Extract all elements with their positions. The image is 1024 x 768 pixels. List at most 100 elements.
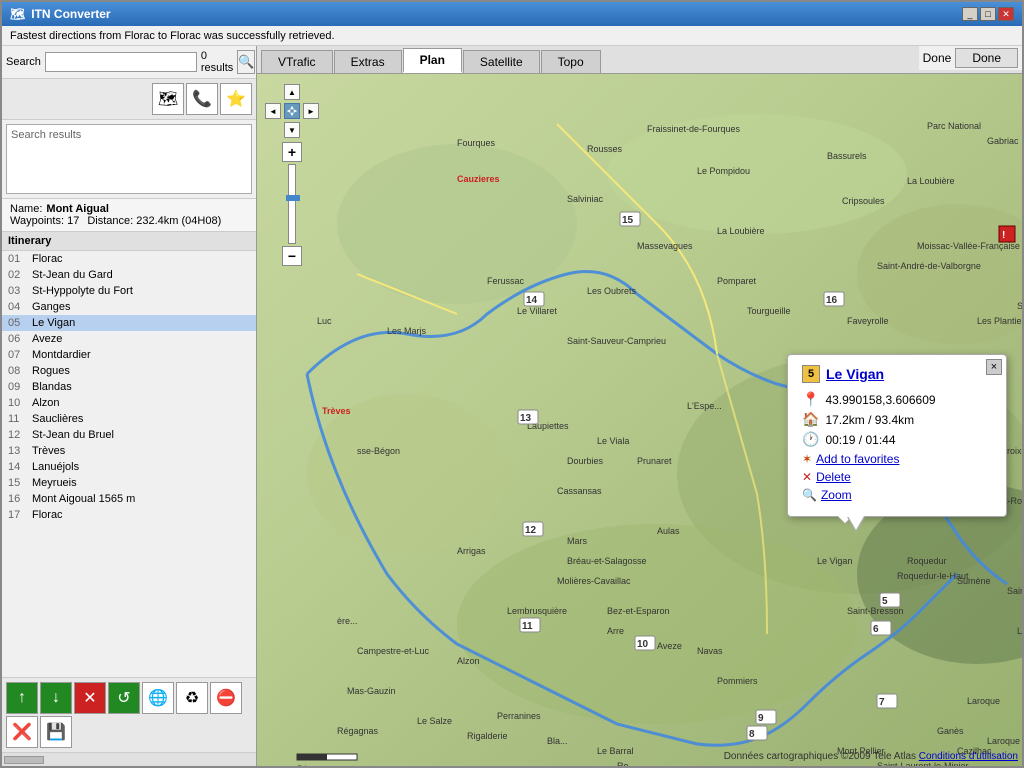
waypoint-item[interactable]: 11Sauclières (2, 411, 256, 427)
status-message: Fastest directions from Florac to Florac… (10, 30, 335, 42)
waypoint-item[interactable]: 17Florac (2, 507, 256, 523)
map-controls: ▲ ▼ ◄ ► + − (265, 84, 319, 266)
svg-text:14: 14 (526, 295, 538, 306)
waypoint-num: 13 (8, 445, 28, 457)
svg-text:Sumène: Sumène (957, 576, 991, 586)
waypoint-item[interactable]: 08Rogues (2, 363, 256, 379)
waypoint-item[interactable]: 04Ganges (2, 299, 256, 315)
map-view-button[interactable]: 🗺 (152, 83, 184, 115)
phone-button[interactable]: 📞 (186, 83, 218, 115)
main-area: Search 0 results 🔍 🗺 📞 ⭐ Search results (2, 46, 1022, 766)
icon-toolbar: 🗺 📞 ⭐ (2, 79, 256, 120)
waypoint-item[interactable]: 06Aveze (2, 331, 256, 347)
svg-text:Les Oubrets: Les Oubrets (587, 286, 637, 296)
svg-text:11: 11 (522, 621, 533, 632)
add-favorites-link[interactable]: Add to favorites (816, 452, 899, 466)
waypoint-name: Trèves (32, 445, 65, 457)
svg-text:Le Pompidou: Le Pompidou (697, 166, 750, 176)
waypoint-item[interactable]: 09Blandas (2, 379, 256, 395)
waypoint-num: 02 (8, 269, 28, 281)
window-controls: _ □ ✕ (962, 7, 1014, 21)
delete-waypoint-button[interactable]: ✕ (74, 682, 106, 714)
recycle-button[interactable]: ♻ (176, 682, 208, 714)
map-area[interactable]: Fraissinet-de-Fourques Rousses Le Pompid… (257, 74, 1022, 766)
delete-link[interactable]: Delete (816, 470, 851, 484)
popup-location-name[interactable]: Le Vigan (826, 366, 884, 382)
attribution-link[interactable]: Conditions d'utilisation (919, 751, 1018, 762)
pan-left-button[interactable]: ◄ (265, 103, 281, 119)
done-button[interactable]: Done (955, 48, 1018, 68)
right-area: Done Done VTrafic Extras Plan Satellite … (257, 46, 1022, 766)
waypoint-name: St-Jean du Bruel (32, 429, 114, 441)
pan-down-button[interactable]: ▼ (284, 122, 300, 138)
svg-text:Dourbies: Dourbies (567, 456, 604, 466)
tab-plan[interactable]: Plan (403, 48, 462, 73)
recalculate-button[interactable]: ↺ (108, 682, 140, 714)
svg-text:Fraissinet-de-Fourques: Fraissinet-de-Fourques (647, 124, 741, 134)
svg-text:Les Marjs: Les Marjs (387, 326, 427, 336)
waypoint-item[interactable]: 16Mont Aigoual 1565 m (2, 491, 256, 507)
pan-right-button[interactable]: ► (303, 103, 319, 119)
svg-text:Cripsoules: Cripsoules (842, 196, 885, 206)
move-down-button[interactable]: ↓ (40, 682, 72, 714)
horizontal-scrollbar[interactable] (2, 752, 256, 766)
waypoint-item[interactable]: 10Alzon (2, 395, 256, 411)
tab-satellite[interactable]: Satellite (463, 50, 540, 73)
waypoint-name: Le Vigan (32, 317, 75, 329)
svg-text:Saumane: Saumane (1017, 301, 1022, 311)
close-button[interactable]: ✕ (998, 7, 1014, 21)
waypoint-item[interactable]: 14Lanuéjols (2, 459, 256, 475)
waypoint-item[interactable]: 15Meyrueis (2, 475, 256, 491)
popup-favorites-row: ✶ Add to favorites (802, 452, 992, 466)
search-input[interactable] (45, 52, 197, 72)
popup-close-button[interactable]: × (986, 359, 1002, 375)
x-circle-button[interactable]: ❌ (6, 716, 38, 748)
zoom-out-button[interactable]: − (282, 246, 302, 266)
pan-up-button[interactable]: ▲ (284, 84, 300, 100)
waypoint-name: Ganges (32, 301, 71, 313)
maximize-button[interactable]: □ (980, 7, 996, 21)
tab-vtrafic[interactable]: VTrafic (261, 50, 333, 73)
itinerary-header: Itinerary (2, 232, 256, 251)
svg-text:Saint-Julien-de-la-Nef: Saint-Julien-de-la-Nef (1007, 586, 1022, 596)
popup-title-row: 5 Le Vigan (802, 365, 992, 383)
tab-topo[interactable]: Topo (541, 50, 601, 73)
waypoint-item[interactable]: 03St-Hyppolyte du Fort (2, 283, 256, 299)
search-button[interactable]: 🔍 (237, 50, 255, 74)
svg-text:Navas: Navas (697, 646, 723, 656)
svg-text:Trèves: Trèves (322, 406, 351, 416)
waypoint-item[interactable]: 12St-Jean du Bruel (2, 427, 256, 443)
globe-button[interactable]: 🌐 (142, 682, 174, 714)
waypoint-item[interactable]: 01Florac (2, 251, 256, 267)
svg-text:Campestre-et-Luc: Campestre-et-Luc (357, 646, 430, 656)
svg-text:Cassansas: Cassansas (557, 486, 602, 496)
zoom-in-button[interactable]: + (282, 142, 302, 162)
zoom-slider[interactable] (288, 164, 296, 244)
waypoint-item[interactable]: 13 Trèves (2, 443, 256, 459)
no-entry-button[interactable]: ⛔ (210, 682, 242, 714)
zoom-handle[interactable] (286, 195, 300, 201)
move-up-button[interactable]: ↑ (6, 682, 38, 714)
tab-extras[interactable]: Extras (334, 50, 402, 73)
distance-label: Distance: 232.4km (04H08) (87, 215, 221, 227)
svg-text:10: 10 (637, 639, 649, 650)
left-panel: Search 0 results 🔍 🗺 📞 ⭐ Search results (2, 46, 257, 766)
popup-tail-inner (848, 516, 864, 530)
popup-coords: 43.990158,3.606609 (825, 393, 935, 407)
waypoint-item[interactable]: 07Montdardier (2, 347, 256, 363)
zoom-link[interactable]: Zoom (821, 488, 852, 502)
svg-text:Alzon: Alzon (457, 656, 480, 666)
popup-delete-row: ✕ Delete (802, 470, 992, 484)
save-button[interactable]: 💾 (40, 716, 72, 748)
route-name-label: Name: (10, 203, 42, 215)
waypoint-item[interactable]: 05Le Vigan (2, 315, 256, 331)
waypoint-item[interactable]: 02St-Jean du Gard (2, 267, 256, 283)
map-attribution: Données cartographiques ©2009 Tele Atlas… (724, 751, 1018, 762)
minimize-button[interactable]: _ (962, 7, 978, 21)
scrollbar-thumb[interactable] (4, 756, 44, 764)
favorites-star-icon: ✶ (802, 452, 812, 466)
favorites-button[interactable]: ⭐ (220, 83, 252, 115)
route-info: Name: Mont Aigual Waypoints: 17 Distance… (2, 198, 256, 231)
svg-text:La Loubière: La Loubière (717, 226, 765, 236)
svg-text:Faveyrolle: Faveyrolle (847, 316, 889, 326)
